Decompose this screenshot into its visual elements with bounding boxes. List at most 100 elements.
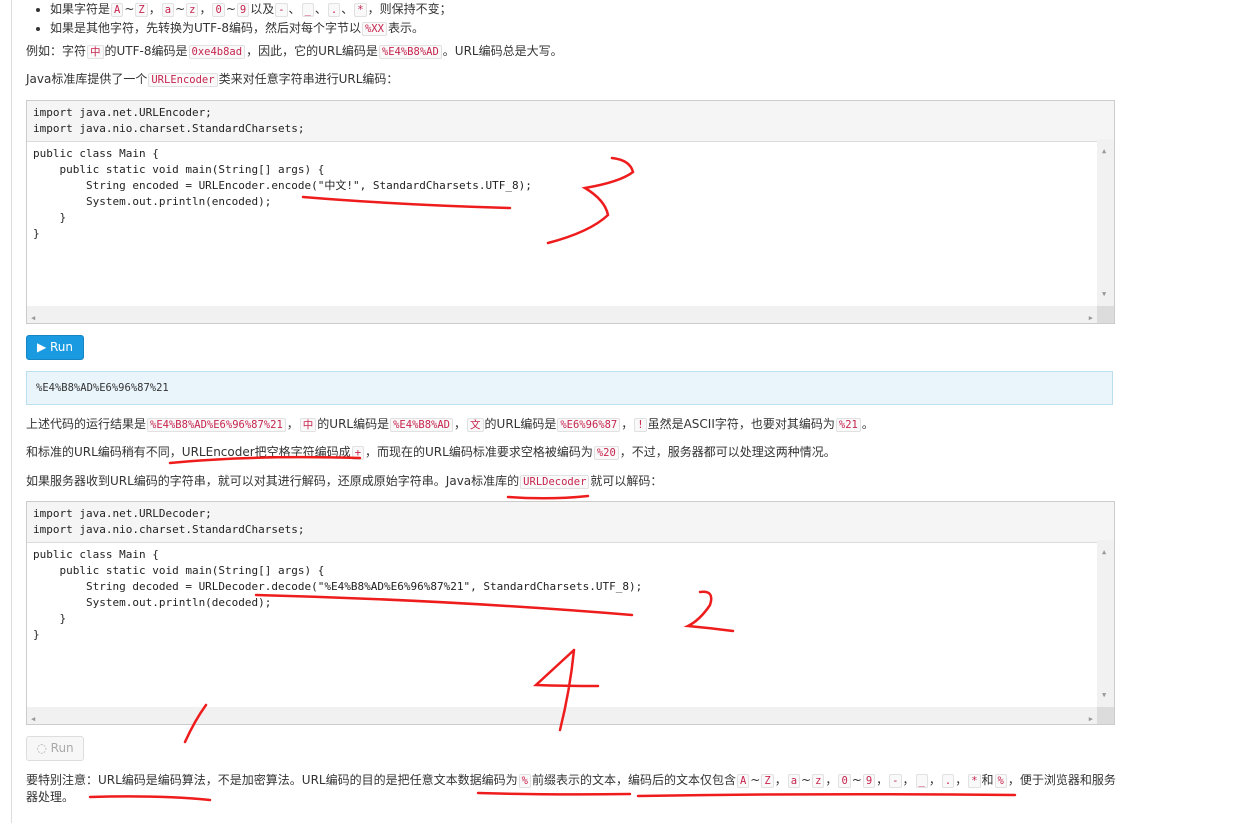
run-button[interactable]: ▶ Run [26,335,84,360]
text-segment: 和标准的URL编码稍有不同，URLEncoder把空格字符编码成 [26,445,351,459]
rule-item: 如果是其他字符，先转换为UTF-8编码，然后对每个字节以%XX表示。 [50,19,452,38]
text-segment: ， [286,417,299,431]
inline-code: %21 [835,418,861,432]
inline-code: * [968,774,981,788]
text-segment: 虽然是ASCII字符，也要对其编码为 [647,417,835,431]
text-segment: 。URL编码总是大写。 [442,44,563,58]
text-segment: 表示。 [387,21,424,35]
inline-code: 文 [467,418,484,432]
text-segment: ~ [225,2,236,16]
text-segment: ，便于浏览器和服务 [1007,773,1116,787]
run-output: %E4%B8%AD%E6%96%87%21 [26,371,1113,405]
run-button-running[interactable]: ◌ Run [26,736,84,761]
inline-code: A [111,3,124,17]
code-editor-decode[interactable]: import java.net.URLDecoder; import java.… [26,501,1115,725]
inline-code: _ [915,774,928,788]
text-segment: 、 [341,2,354,16]
text-segment: ，因此，它的URL编码是 [246,44,378,58]
inline-code: 中 [299,418,317,432]
text-segment: ，则保持不变； [367,2,452,16]
inline-code: 0 [212,3,225,17]
rule-item: 如果字符是A~Z，a~z，0~9以及-、_、.、*，则保持不变； [50,0,452,19]
inline-code: + [351,446,365,460]
result-paragraph: 上述代码的运行结果是 %E4%B8%AD%E6%96%87%21，中的URL编码是… [26,415,874,434]
text-segment: 如果是其他字符，先转换为UTF-8编码，然后对每个字节以 [50,21,361,35]
text-segment: ， [454,417,467,431]
content-left-border [11,0,12,823]
inline-code: 0 [838,774,851,788]
inline-code: - [275,3,288,17]
text-segment: ， [902,773,915,787]
inline-code: _ [301,3,314,17]
inline-code: % [994,774,1007,788]
vertical-scrollbar[interactable]: ▲ ▼ [1097,540,1114,707]
inline-code: 中 [87,45,104,59]
note-paragraph-cont: 器处理。 [26,788,74,806]
text-segment: 和 [981,773,994,787]
inline-code: - [889,774,902,788]
annotation-underline [88,795,212,802]
inline-code: Z [761,774,774,788]
inline-code: z [812,774,825,788]
inline-code: URLEncoder [148,73,218,87]
text-segment: ~ [851,773,862,787]
text-segment: 就可以解码： [590,474,663,488]
inline-code: %E4%B8%AD [390,418,454,432]
text-segment: ，而现在的URL编码标准要求空格被编码为 [365,445,593,459]
text-segment: ， [928,773,941,787]
vertical-scrollbar[interactable]: ▲ ▼ [1097,139,1114,306]
text-segment: ， [955,773,968,787]
encoder-intro: Java标准库提供了一个 URLEncoder 类来对任意字符串进行URL编码： [26,70,398,89]
run-label: Run [50,741,74,755]
note-paragraph: 要特别注意：URL编码是编码算法，不是加密算法。URL编码的目的是把任意文本数据… [26,771,1116,790]
text-segment: ， [621,417,634,431]
text-segment: Java标准库提供了一个 [26,72,148,86]
text-segment: 、 [314,2,327,16]
inline-code: 0xe4b8ad [188,45,246,59]
inline-code: a [787,774,801,788]
text-segment: 例如：字符 [26,44,87,58]
inline-code: Z [135,3,148,17]
code-editor-encode[interactable]: import java.net.URLEncoder; import java.… [26,100,1115,324]
text-segment: ， [876,773,889,787]
text-segment: 如果字符是 [50,2,111,16]
text-segment: 以及 [250,2,275,16]
space-encoding-paragraph: 和标准的URL编码稍有不同，URLEncoder把空格字符编码成 + ，而现在的UR… [26,443,836,462]
editor-code[interactable]: public class Main { public static void m… [27,543,1114,727]
text-segment: ~ [801,773,812,787]
horizontal-scrollbar[interactable]: ◀ ▶ [27,306,1097,323]
inline-code: a [161,3,175,17]
text-segment: ， [199,2,212,16]
scroll-corner [1097,306,1114,323]
text-segment: 器处理。 [26,790,75,804]
inline-code: A [736,774,750,788]
text-segment: 的URL编码是 [317,417,390,431]
inline-code: . [327,3,341,17]
inline-code: %20 [593,446,619,460]
inline-code: %E4%B8%AD [378,45,442,59]
inline-code: z [186,3,199,17]
text-segment: 如果服务器收到URL编码的字符串，就可以对其进行解码，还原成原始字符串。Java… [26,474,520,488]
inline-code: %E4%B8%AD%E6%96%87%21 [147,418,286,432]
text-segment: 的URL编码是 [484,417,557,431]
text-segment: 前缀表示的文本，编码后的文本仅包含 [531,773,736,787]
annotation-underline [506,494,590,500]
inline-code: 9 [862,774,876,788]
example-paragraph: 例如：字符中的UTF-8编码是 0xe4b8ad ，因此，它的URL编码是 %E4%B… [26,42,563,61]
inline-code: . [941,774,955,788]
editor-code[interactable]: public class Main { public static void m… [27,142,1114,326]
text-segment: 要特别注意：URL编码是编码算法，不是加密算法。URL编码的目的是把任意文本数据… [26,773,518,787]
text-segment: 上述代码的运行结果是 [26,417,147,431]
inline-code: 9 [236,3,250,17]
text-segment: ~ [124,2,135,16]
annotation-underline [636,792,1017,798]
editor-imports: import java.net.URLDecoder; import java.… [27,502,1114,543]
text-segment: ~ [750,773,761,787]
annotation-underline [476,791,632,796]
inline-code: % [518,774,531,788]
rule-list: 如果字符是A~Z，a~z，0~9以及-、_、.、*，则保持不变； 如果是其他字符… [26,0,452,38]
spinner-icon: ◌ [36,741,51,755]
horizontal-scrollbar[interactable]: ◀ ▶ [27,707,1097,724]
text-segment: 的UTF-8编码是 [104,44,188,58]
text-segment: ， [148,2,161,16]
